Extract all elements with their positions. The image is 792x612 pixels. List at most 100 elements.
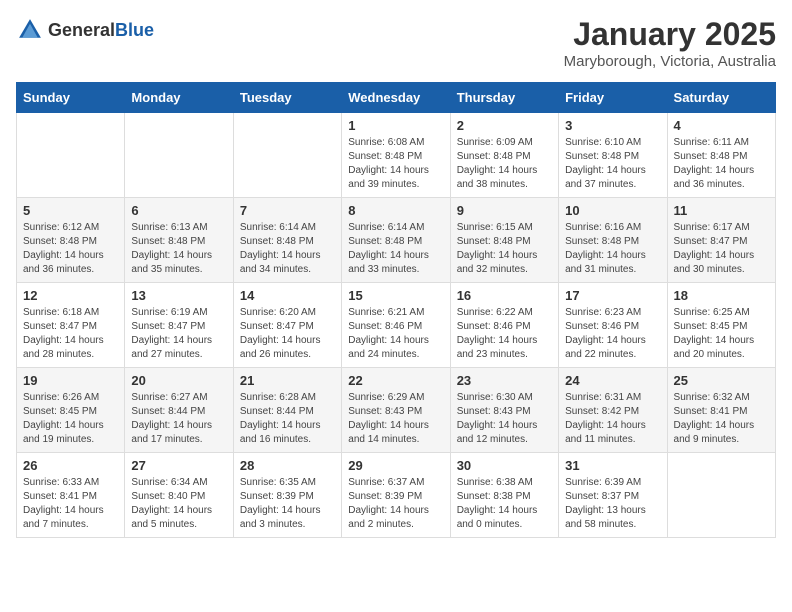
- day-info: Sunrise: 6:18 AMSunset: 8:47 PMDaylight:…: [23, 306, 118, 362]
- day-number: 2: [457, 118, 552, 133]
- calendar-cell: 30Sunrise: 6:38 AMSunset: 8:38 PMDayligh…: [450, 453, 558, 538]
- day-info: Sunrise: 6:23 AMSunset: 8:46 PMDaylight:…: [565, 306, 660, 362]
- calendar-cell: 6 Sunrise: 6:13 AMSunset: 8:48 PMDaylight…: [125, 198, 233, 283]
- day-number: 7: [240, 203, 335, 218]
- day-header-sunday: Sunday: [17, 83, 125, 113]
- day-number: 23: [457, 373, 552, 388]
- day-info: Sunrise: 6:08 AMSunset: 8:48 PMDaylight:…: [348, 136, 443, 192]
- day-number: 28: [240, 458, 335, 473]
- day-info: Sunrise: 6:27 AMSunset: 8:44 PMDaylight:…: [131, 391, 226, 447]
- day-info: Sunrise: 6:21 AMSunset: 8:46 PMDaylight:…: [348, 306, 443, 362]
- day-info: Sunrise: 6:28 AMSunset: 8:44 PMDaylight:…: [240, 391, 335, 447]
- day-header-wednesday: Wednesday: [342, 83, 450, 113]
- calendar-week-row: 19 Sunrise: 6:26 AMSunset: 8:45 PMDayligh…: [17, 368, 776, 453]
- day-info: Sunrise: 6:39 AMSunset: 8:37 PMDaylight:…: [565, 476, 660, 532]
- calendar-cell: 19 Sunrise: 6:26 AMSunset: 8:45 PMDayligh…: [17, 368, 125, 453]
- calendar-cell: 11 Sunrise: 6:17 AMSunset: 8:47 PMDayligh…: [667, 198, 775, 283]
- day-info: Sunrise: 6:35 AMSunset: 8:39 PMDaylight:…: [240, 476, 335, 532]
- day-header-saturday: Saturday: [667, 83, 775, 113]
- day-info: Sunrise: 6:34 AMSunset: 8:40 PMDaylight:…: [131, 476, 226, 532]
- day-number: 22: [348, 373, 443, 388]
- calendar-cell: 26Sunrise: 6:33 AMSunset: 8:41 PMDayligh…: [17, 453, 125, 538]
- calendar-week-row: 5 Sunrise: 6:12 AMSunset: 8:48 PMDaylight…: [17, 198, 776, 283]
- day-number: 31: [565, 458, 660, 473]
- calendar-cell: 9Sunrise: 6:15 AMSunset: 8:48 PMDaylight…: [450, 198, 558, 283]
- calendar-cell: 8 Sunrise: 6:14 AMSunset: 8:48 PMDaylight…: [342, 198, 450, 283]
- calendar-cell: 2 Sunrise: 6:09 AMSunset: 8:48 PMDaylight…: [450, 113, 558, 198]
- day-info: Sunrise: 6:29 AMSunset: 8:43 PMDaylight:…: [348, 391, 443, 447]
- day-info: Sunrise: 6:10 AMSunset: 8:48 PMDaylight:…: [565, 136, 660, 192]
- day-number: 9: [457, 203, 552, 218]
- day-header-monday: Monday: [125, 83, 233, 113]
- calendar-cell: [233, 113, 341, 198]
- day-number: 26: [23, 458, 118, 473]
- day-number: 3: [565, 118, 660, 133]
- calendar-cell: 10Sunrise: 6:16 AMSunset: 8:48 PMDayligh…: [559, 198, 667, 283]
- day-info: Sunrise: 6:14 AMSunset: 8:48 PMDaylight:…: [348, 221, 443, 277]
- day-number: 11: [674, 203, 769, 218]
- calendar-cell: [125, 113, 233, 198]
- day-number: 6: [131, 203, 226, 218]
- day-number: 14: [240, 288, 335, 303]
- day-number: 29: [348, 458, 443, 473]
- location-title: Maryborough, Victoria, Australia: [564, 53, 776, 70]
- calendar-cell: 31 Sunrise: 6:39 AMSunset: 8:37 PMDayligh…: [559, 453, 667, 538]
- day-info: Sunrise: 6:26 AMSunset: 8:45 PMDaylight:…: [23, 391, 118, 447]
- day-info: Sunrise: 6:12 AMSunset: 8:48 PMDaylight:…: [23, 221, 118, 277]
- day-header-tuesday: Tuesday: [233, 83, 341, 113]
- day-header-thursday: Thursday: [450, 83, 558, 113]
- day-info: Sunrise: 6:22 AMSunset: 8:46 PMDaylight:…: [457, 306, 552, 362]
- month-title: January 2025: [564, 16, 776, 53]
- day-number: 5: [23, 203, 118, 218]
- day-number: 24: [565, 373, 660, 388]
- day-info: Sunrise: 6:37 AMSunset: 8:39 PMDaylight:…: [348, 476, 443, 532]
- day-number: 30: [457, 458, 552, 473]
- calendar-week-row: 12 Sunrise: 6:18 AMSunset: 8:47 PMDayligh…: [17, 283, 776, 368]
- calendar-cell: 25 Sunrise: 6:32 AMSunset: 8:41 PMDayligh…: [667, 368, 775, 453]
- calendar-cell: 14Sunrise: 6:20 AMSunset: 8:47 PMDayligh…: [233, 283, 341, 368]
- day-number: 8: [348, 203, 443, 218]
- day-number: 1: [348, 118, 443, 133]
- calendar-cell: 24 Sunrise: 6:31 AMSunset: 8:42 PMDayligh…: [559, 368, 667, 453]
- day-number: 12: [23, 288, 118, 303]
- calendar-cell: 17 Sunrise: 6:23 AMSunset: 8:46 PMDayligh…: [559, 283, 667, 368]
- day-info: Sunrise: 6:31 AMSunset: 8:42 PMDaylight:…: [565, 391, 660, 447]
- calendar-cell: 23 Sunrise: 6:30 AMSunset: 8:43 PMDayligh…: [450, 368, 558, 453]
- calendar-cell: 1 Sunrise: 6:08 AMSunset: 8:48 PMDaylight…: [342, 113, 450, 198]
- day-number: 21: [240, 373, 335, 388]
- calendar-cell: 7 Sunrise: 6:14 AMSunset: 8:48 PMDaylight…: [233, 198, 341, 283]
- day-number: 19: [23, 373, 118, 388]
- day-info: Sunrise: 6:13 AMSunset: 8:48 PMDaylight:…: [131, 221, 226, 277]
- title-block: January 2025 Maryborough, Victoria, Aust…: [564, 16, 776, 70]
- calendar-cell: 16Sunrise: 6:22 AMSunset: 8:46 PMDayligh…: [450, 283, 558, 368]
- day-info: Sunrise: 6:32 AMSunset: 8:41 PMDaylight:…: [674, 391, 769, 447]
- day-number: 13: [131, 288, 226, 303]
- calendar-cell: 5 Sunrise: 6:12 AMSunset: 8:48 PMDaylight…: [17, 198, 125, 283]
- logo-text-blue: Blue: [115, 20, 154, 40]
- day-number: 25: [674, 373, 769, 388]
- calendar-cell: 21 Sunrise: 6:28 AMSunset: 8:44 PMDayligh…: [233, 368, 341, 453]
- day-number: 15: [348, 288, 443, 303]
- calendar-week-row: 1 Sunrise: 6:08 AMSunset: 8:48 PMDaylight…: [17, 113, 776, 198]
- calendar-cell: 28 Sunrise: 6:35 AMSunset: 8:39 PMDayligh…: [233, 453, 341, 538]
- calendar-week-row: 26Sunrise: 6:33 AMSunset: 8:41 PMDayligh…: [17, 453, 776, 538]
- calendar-cell: 29 Sunrise: 6:37 AMSunset: 8:39 PMDayligh…: [342, 453, 450, 538]
- day-info: Sunrise: 6:14 AMSunset: 8:48 PMDaylight:…: [240, 221, 335, 277]
- day-number: 4: [674, 118, 769, 133]
- logo: GeneralBlue: [16, 16, 154, 44]
- day-info: Sunrise: 6:11 AMSunset: 8:48 PMDaylight:…: [674, 136, 769, 192]
- calendar-cell: 18Sunrise: 6:25 AMSunset: 8:45 PMDayligh…: [667, 283, 775, 368]
- day-number: 20: [131, 373, 226, 388]
- calendar-cell: 3 Sunrise: 6:10 AMSunset: 8:48 PMDaylight…: [559, 113, 667, 198]
- day-number: 17: [565, 288, 660, 303]
- day-info: Sunrise: 6:17 AMSunset: 8:47 PMDaylight:…: [674, 221, 769, 277]
- logo-text-general: General: [48, 20, 115, 40]
- day-info: Sunrise: 6:30 AMSunset: 8:43 PMDaylight:…: [457, 391, 552, 447]
- calendar-cell: [667, 453, 775, 538]
- day-number: 10: [565, 203, 660, 218]
- calendar-cell: 27Sunrise: 6:34 AMSunset: 8:40 PMDayligh…: [125, 453, 233, 538]
- day-info: Sunrise: 6:09 AMSunset: 8:48 PMDaylight:…: [457, 136, 552, 192]
- calendar-cell: 22 Sunrise: 6:29 AMSunset: 8:43 PMDayligh…: [342, 368, 450, 453]
- calendar-cell: 13Sunrise: 6:19 AMSunset: 8:47 PMDayligh…: [125, 283, 233, 368]
- calendar-cell: 12 Sunrise: 6:18 AMSunset: 8:47 PMDayligh…: [17, 283, 125, 368]
